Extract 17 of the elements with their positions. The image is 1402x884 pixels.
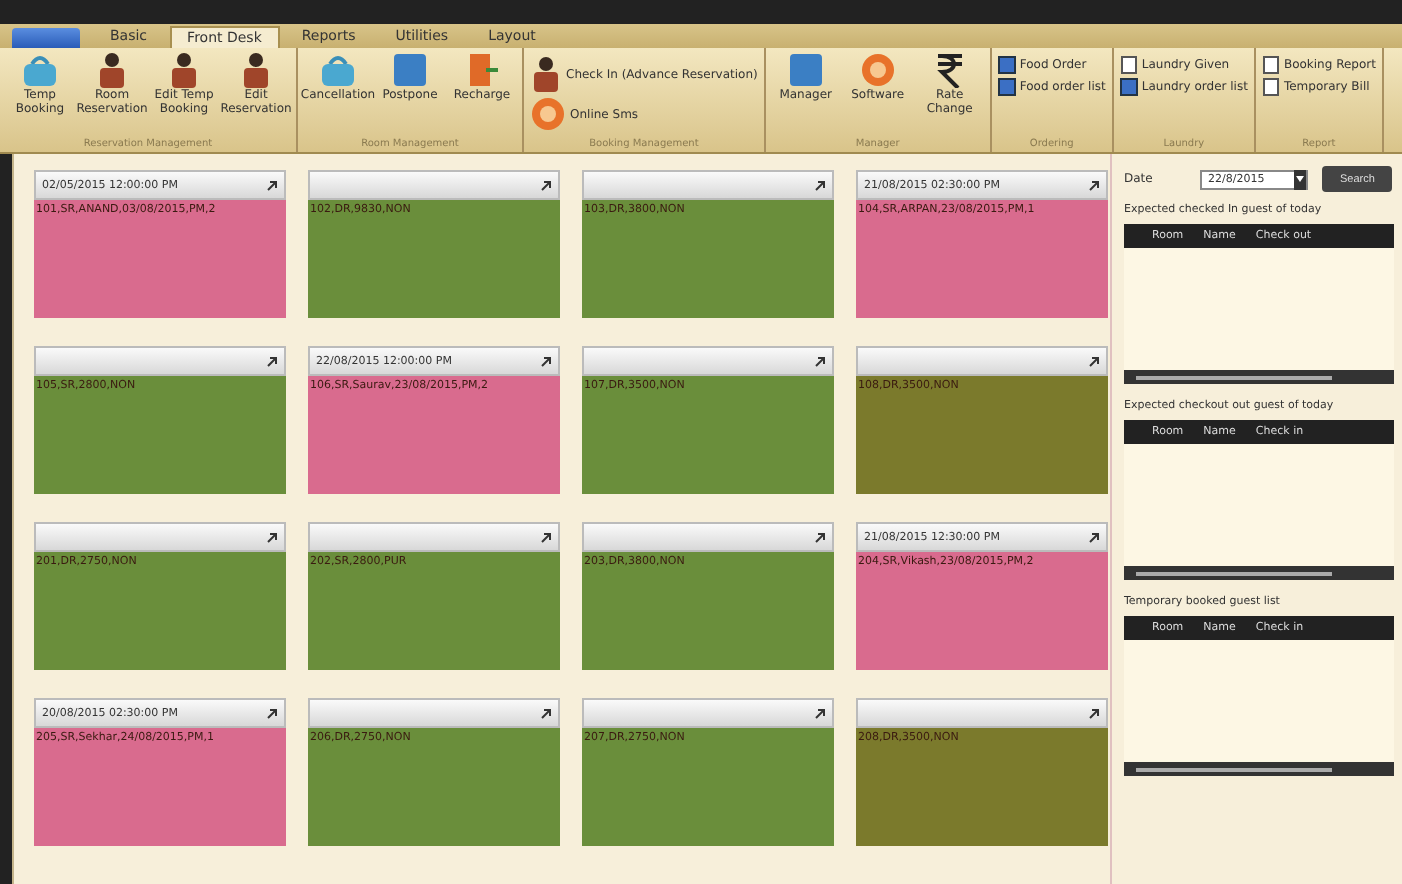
bag-icon — [20, 52, 60, 88]
dropdown-icon[interactable] — [1296, 176, 1304, 182]
person-icon — [168, 52, 200, 88]
scrollbar[interactable] — [1124, 762, 1394, 776]
door-icon — [466, 52, 498, 88]
coin-icon — [859, 52, 896, 88]
document-icon — [1119, 56, 1138, 74]
person-icon — [530, 56, 562, 92]
person-icon — [240, 52, 272, 88]
form-icon — [1119, 78, 1138, 96]
box-icon — [392, 52, 428, 88]
person-icon — [96, 52, 128, 88]
coin-icon — [530, 96, 566, 132]
bag-icon — [318, 52, 358, 88]
box-icon — [787, 52, 824, 88]
scrollbar[interactable] — [1124, 370, 1394, 384]
scrollbar[interactable] — [1124, 566, 1394, 580]
